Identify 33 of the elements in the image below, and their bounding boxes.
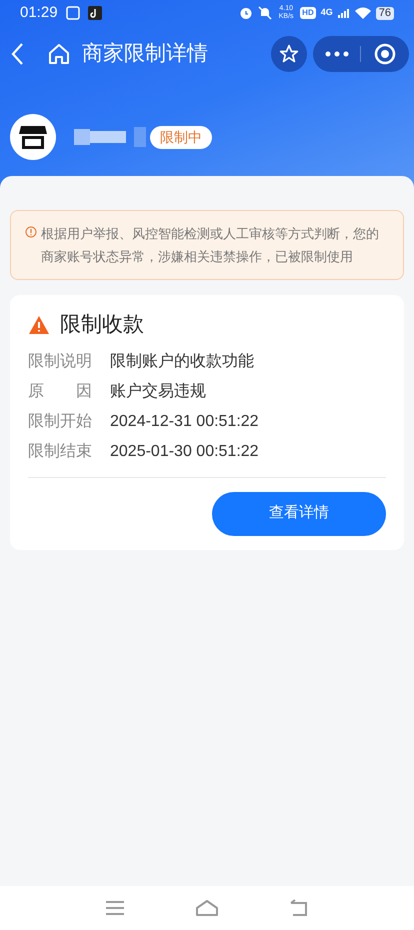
notice-text: 根据用户举报、风控智能检测或人工审核等方式判断，您的商家账号状态异常，涉嫌相关违禁操作，已被限制使用 — [41, 225, 380, 266]
field-value: 限制账户的收款功能 — [110, 352, 254, 372]
clock-time: 01:29 — [20, 2, 58, 23]
field-value: 2025-01-30 00:51:22 — [110, 442, 259, 462]
warning-icon — [28, 314, 50, 335]
more-icon — [324, 51, 348, 57]
field-label: 限制开始 — [28, 412, 93, 432]
field-label: 限制结束 — [28, 442, 93, 462]
back-icon[interactable] — [289, 899, 309, 917]
back-icon[interactable] — [10, 42, 26, 66]
app-icon — [88, 6, 102, 20]
battery-level: 76 — [376, 6, 394, 20]
restriction-title: 限制收款 — [60, 312, 144, 338]
muted-bell-icon — [258, 6, 272, 20]
field-value: 账户交易违规 — [110, 382, 206, 402]
star-icon — [279, 44, 299, 64]
target-icon — [374, 43, 396, 65]
wifi-icon — [354, 7, 371, 19]
alarm-icon — [239, 6, 254, 20]
signal-icon — [338, 8, 350, 18]
info-icon — [25, 226, 37, 238]
network-type: 4G — [320, 6, 333, 20]
page-title: 商家限制详情 — [82, 41, 208, 68]
store-icon — [19, 124, 47, 150]
field-value: 2024-12-31 00:51:22 — [110, 412, 259, 432]
favorite-button[interactable] — [271, 36, 307, 72]
menu-icon[interactable] — [105, 900, 125, 916]
field-label: 限制说明 — [28, 352, 93, 372]
status-badge: 限制中 — [150, 126, 212, 148]
field-label: 原 因 — [28, 382, 93, 402]
view-details-button[interactable]: 查看详情 — [212, 492, 386, 536]
hd-badge: HD — [300, 7, 316, 19]
home-icon[interactable] — [195, 899, 219, 917]
